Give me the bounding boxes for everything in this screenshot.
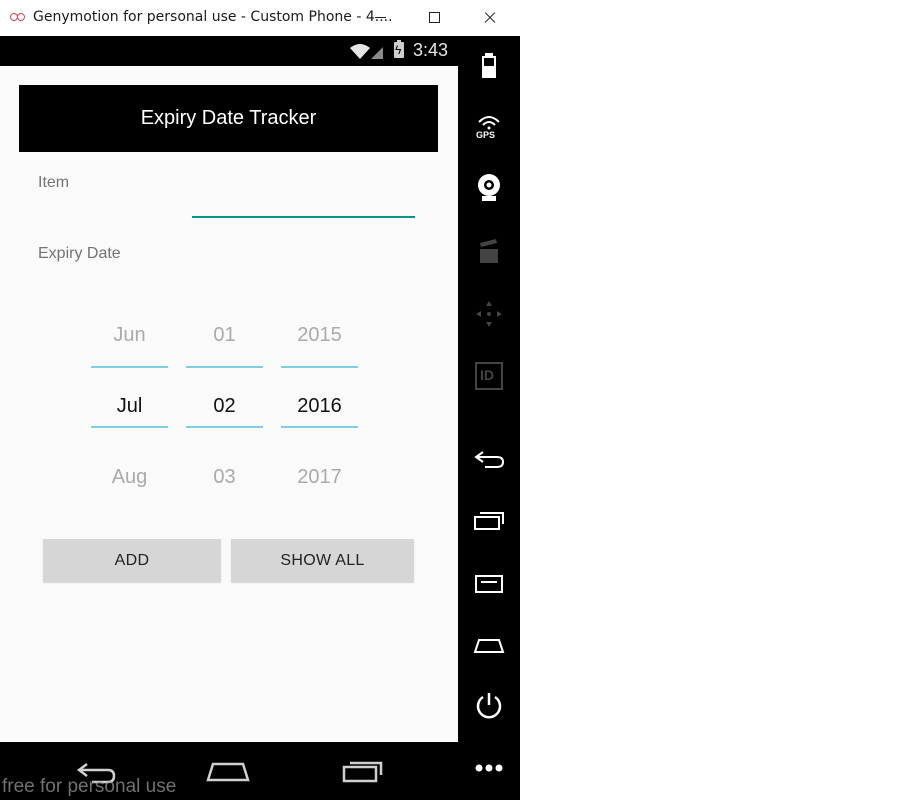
show-all-button[interactable]: SHOW ALL (231, 539, 414, 582)
expiry-date-label: Expiry Date (38, 245, 121, 262)
id-icon[interactable]: ID (473, 360, 505, 392)
back-icon[interactable] (473, 444, 505, 476)
item-input[interactable] (192, 190, 415, 218)
android-status-bar: 3:43 (0, 36, 458, 66)
battery-charging-icon (394, 40, 404, 58)
year-next[interactable]: 2017 (281, 466, 358, 489)
signal-icon (371, 47, 383, 59)
picker-divider (91, 426, 168, 428)
dpad-icon[interactable] (473, 298, 505, 330)
app-title: Expiry Date Tracker (140, 107, 317, 129)
watermark: free for personal use (2, 776, 177, 797)
day-selected[interactable]: 02 (186, 395, 263, 418)
gps-label: GPS (476, 130, 496, 140)
year-selected[interactable]: 2016 (281, 395, 358, 418)
wifi-icon (350, 44, 383, 59)
recent-apps-icon[interactable] (341, 758, 385, 784)
status-time: 3:43 (413, 40, 449, 60)
day-next[interactable]: 03 (186, 466, 263, 489)
app-title-bar: Expiry Date Tracker (19, 85, 438, 152)
menu-icon[interactable] (473, 567, 505, 599)
item-label: Item (38, 174, 70, 191)
window-titlebar: Genymotion for personal use - Custom Pho… (0, 0, 520, 36)
id-label: ID (480, 367, 494, 383)
picker-divider (281, 426, 358, 428)
genymotion-toolbar: GPS ID (458, 36, 520, 800)
camera-icon[interactable] (473, 172, 505, 204)
month-next[interactable]: Aug (91, 466, 168, 489)
home-icon[interactable] (473, 629, 505, 661)
recent-apps-icon[interactable] (473, 505, 505, 537)
picker-divider (186, 426, 263, 428)
genymotion-logo-icon (10, 11, 26, 23)
year-prev[interactable]: 2015 (281, 324, 358, 347)
minimize-button[interactable] (356, 0, 404, 36)
desktop-background (520, 0, 912, 800)
picker-divider (186, 366, 263, 368)
home-icon[interactable] (205, 758, 251, 784)
month-selected[interactable]: Jul (91, 395, 168, 418)
picker-divider (91, 366, 168, 368)
picker-divider (281, 366, 358, 368)
close-button[interactable] (466, 0, 514, 36)
more-icon[interactable] (473, 752, 505, 784)
day-prev[interactable]: 01 (186, 324, 263, 347)
window-title: Genymotion for personal use - Custom Pho… (33, 9, 393, 25)
maximize-button[interactable] (410, 0, 458, 36)
battery-icon[interactable] (473, 50, 505, 82)
power-icon[interactable] (473, 690, 505, 722)
app-screen: Expiry Date Tracker Item Expiry Date Jun… (0, 66, 458, 742)
video-capture-icon[interactable] (473, 236, 505, 268)
gps-icon[interactable]: GPS (473, 112, 505, 144)
add-button[interactable]: ADD (43, 539, 221, 582)
month-prev[interactable]: Jun (91, 324, 168, 347)
